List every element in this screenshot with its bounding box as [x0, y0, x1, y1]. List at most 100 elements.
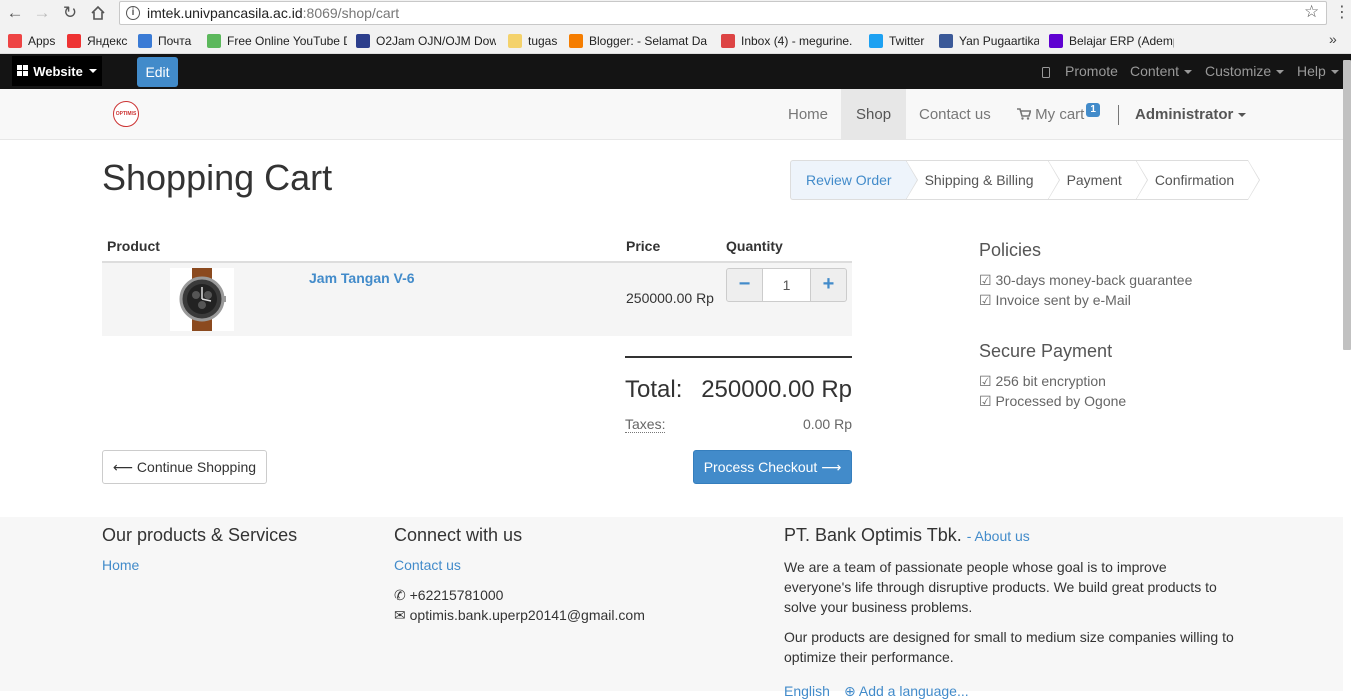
website-label: Website [33, 63, 83, 79]
secure-text: 256 bit encryption [995, 373, 1106, 389]
total-divider [625, 356, 852, 358]
column-header-product: Product [107, 238, 160, 254]
wizard-step-confirmation[interactable]: Confirmation [1135, 160, 1261, 200]
nav-my-cart[interactable]: My cart 1 [1002, 89, 1115, 140]
o2jam-icon [356, 34, 370, 48]
quantity-decrease-button[interactable]: − [726, 268, 763, 302]
home-icon[interactable] [86, 2, 110, 24]
bookmark-item[interactable]: tugas [508, 33, 560, 49]
process-checkout-button[interactable]: Process Checkout ⟶ [693, 450, 852, 484]
bookmark-item[interactable]: Inbox (4) - megurine. [721, 33, 861, 49]
phone-number: +62215781000 [409, 587, 504, 603]
bookmark-item[interactable]: Free Online YouTube D [207, 33, 347, 49]
bookmark-item[interactable]: O2Jam OJN/OJM Dow [356, 33, 496, 49]
bookmark-label: Apps [28, 34, 56, 48]
product-name-link[interactable]: Jam Tangan V-6 [309, 270, 415, 286]
bookmark-item[interactable]: Apps [8, 33, 58, 49]
browser-menu-icon[interactable]: ⋮ [1334, 2, 1350, 22]
bookmark-label: tugas [528, 34, 558, 48]
bookmark-item[interactable]: Яндекс [67, 33, 131, 49]
help-menu[interactable]: Help [1297, 54, 1339, 89]
bookmark-star-icon[interactable]: ☆ [1304, 2, 1319, 22]
windows-grid-icon [17, 65, 29, 76]
quantity-input[interactable]: 1 [763, 268, 810, 302]
footer-contact-link[interactable]: Contact us [394, 557, 461, 573]
bookmark-label: O2Jam OJN/OJM Dow [376, 34, 496, 48]
taxes-label: Taxes: [625, 416, 666, 433]
bookmark-item[interactable]: Yan Pugaartika [939, 33, 1039, 49]
phone-icon: ✆ [394, 587, 406, 603]
bookmarks-overflow-icon[interactable]: » [1329, 31, 1337, 47]
company-name: PT. Bank Optimis Tbk. [784, 525, 962, 545]
bookmark-label: Free Online YouTube D [227, 34, 347, 48]
checkbox-icon: ☑ [979, 272, 992, 288]
bookmark-item[interactable]: Blogger: - Selamat Da [569, 33, 709, 49]
nav-home[interactable]: Home [773, 89, 843, 140]
continue-shopping-button[interactable]: ⟵ Continue Shopping [102, 450, 267, 484]
nav-shop[interactable]: Shop [841, 89, 907, 140]
blogger-icon [569, 34, 583, 48]
bookmarks-bar: Apps Яндекс Почта Free Online YouTube D O2Ja… [0, 28, 1351, 54]
footer-home-link[interactable]: Home [102, 557, 139, 573]
footer-phone: ✆ +62215781000 [394, 587, 503, 604]
column-header-quantity: Quantity [726, 238, 783, 254]
nav-contact[interactable]: Contact us [904, 89, 1006, 140]
add-language-link[interactable]: ⊕ Add a language... [844, 683, 969, 700]
caret-down-icon [88, 69, 97, 73]
add-language-label: Add a language... [858, 683, 969, 699]
mobile-preview-icon[interactable] [1042, 54, 1050, 89]
wizard-step-shipping-billing[interactable]: Shipping & Billing [905, 160, 1060, 200]
back-arrow-icon[interactable]: ← [3, 2, 27, 24]
quantity-stepper: − 1 + [726, 268, 847, 302]
footer-about-paragraph: We are a team of passionate people whose… [784, 559, 1217, 615]
website-menu-button[interactable]: Website [12, 56, 102, 86]
secure-item: ☑ 256 bit encryption [979, 373, 1106, 390]
browser-toolbar: ← → ↻ i imtek.univpancasila.ac.id:8069/s… [0, 0, 1351, 28]
quantity-increase-button[interactable]: + [810, 268, 847, 302]
content-label: Content [1130, 63, 1180, 79]
about-us-link[interactable]: - About us [967, 528, 1030, 544]
user-name: Administrator [1135, 106, 1234, 123]
twitter-icon [869, 34, 883, 48]
policy-item: ☑ 30-days money-back guarantee [979, 272, 1192, 289]
edit-button[interactable]: Edit [137, 57, 178, 87]
language-english-link[interactable]: English [784, 683, 830, 699]
facebook-icon [939, 34, 953, 48]
policy-text: 30-days money-back guarantee [995, 272, 1193, 288]
user-menu[interactable]: Administrator [1120, 89, 1261, 140]
mail-icon [138, 34, 152, 48]
bookmark-item[interactable]: Belajar ERP (Adempie [1049, 33, 1174, 49]
cart-count-badge: 1 [1086, 103, 1100, 117]
info-icon[interactable]: i [126, 6, 140, 20]
email-address: optimis.bank.uperp20141@gmail.com [409, 607, 645, 623]
bookmark-item[interactable]: Почта [138, 33, 198, 49]
process-checkout-label: Process Checkout [703, 459, 818, 475]
secure-item: ☑ Processed by Ogone [979, 393, 1126, 410]
company-logo[interactable]: OPTIMIS [113, 101, 139, 127]
product-image[interactable] [170, 268, 234, 331]
bookmark-label: Yan Pugaartika [959, 34, 1039, 48]
help-label: Help [1297, 63, 1326, 79]
policies-title: Policies [979, 240, 1042, 260]
taxes-value: 0.00 Rp [802, 416, 852, 432]
page-scrollbar[interactable] [1343, 60, 1351, 350]
forward-arrow-icon[interactable]: → [30, 2, 54, 24]
nav-divider [1118, 105, 1119, 125]
address-bar[interactable]: i imtek.univpancasila.ac.id:8069/shop/ca… [119, 1, 1327, 25]
promote-menu[interactable]: Promote [1065, 54, 1118, 89]
column-header-price: Price [626, 238, 661, 254]
website-admin-bar: Website Edit Promote Content Customize H… [0, 54, 1351, 89]
customize-menu[interactable]: Customize [1205, 54, 1285, 89]
gmail-icon [721, 34, 735, 48]
bookmark-item[interactable]: Twitter [869, 33, 929, 49]
secure-payment-title: Secure Payment [979, 341, 1113, 361]
secure-text: Processed by Ogone [995, 393, 1127, 409]
site-header: OPTIMIS Home Shop Contact us My cart 1 Ad… [0, 89, 1343, 140]
reload-icon[interactable]: ↻ [58, 2, 82, 24]
wizard-step-review-order[interactable]: Review Order [790, 160, 918, 200]
checkbox-icon: ☑ [979, 393, 992, 409]
bookmark-label: Почта [158, 34, 192, 48]
wizard-step-payment[interactable]: Payment [1047, 160, 1149, 200]
url-host: imtek.univpancasila.ac.id [147, 5, 303, 21]
content-menu[interactable]: Content [1130, 54, 1193, 89]
